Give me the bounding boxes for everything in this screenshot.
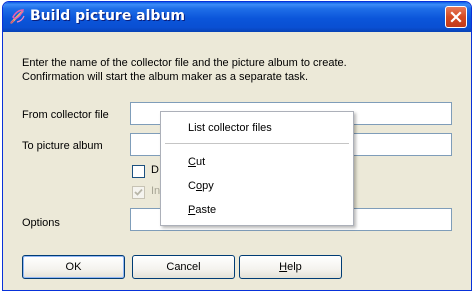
ok-button[interactable]: OK [22,255,125,279]
help-label-rest: elp [287,261,302,273]
help-button[interactable]: Help [239,255,342,279]
title-bar[interactable]: Build picture album [3,2,471,32]
context-menu: List collector files Cut Copy Paste [160,111,354,226]
brush-icon [8,8,26,26]
from-collector-label: From collector file [22,109,109,121]
menu-item-label: ut [195,156,206,168]
cancel-button[interactable]: Cancel [132,255,235,279]
checkbox-1[interactable] [132,165,145,178]
to-album-label: To picture album [22,140,103,152]
menu-item-cut[interactable]: Cut [161,151,353,173]
intro-line-1: Enter the name of the collector file and… [22,57,347,69]
menu-item-list-collector-files[interactable]: List collector files [161,117,353,139]
menu-item-label: List collector files [188,122,272,134]
close-button[interactable] [445,6,467,28]
menu-item-label: aste [195,204,217,216]
options-label: Options [22,217,60,229]
intro-text: Enter the name of the collector file and… [22,56,462,84]
checkbox-1-label: D [151,164,159,176]
menu-item-copy[interactable]: Copy [161,175,353,197]
checkmark-icon [134,188,143,196]
window-title: Build picture album [30,8,186,24]
checkbox-2[interactable] [132,186,145,199]
help-accel: H [279,261,288,273]
intro-line-2: Confirmation will start the album maker … [22,71,309,83]
menu-item-label: py [202,180,214,192]
checkbox-2-label: In [151,185,161,197]
close-icon [450,11,462,23]
menu-item-paste[interactable]: Paste [161,199,353,221]
menu-item-label-start: C [188,180,196,192]
menu-item-accel: C [188,156,196,168]
menu-separator [165,143,349,144]
